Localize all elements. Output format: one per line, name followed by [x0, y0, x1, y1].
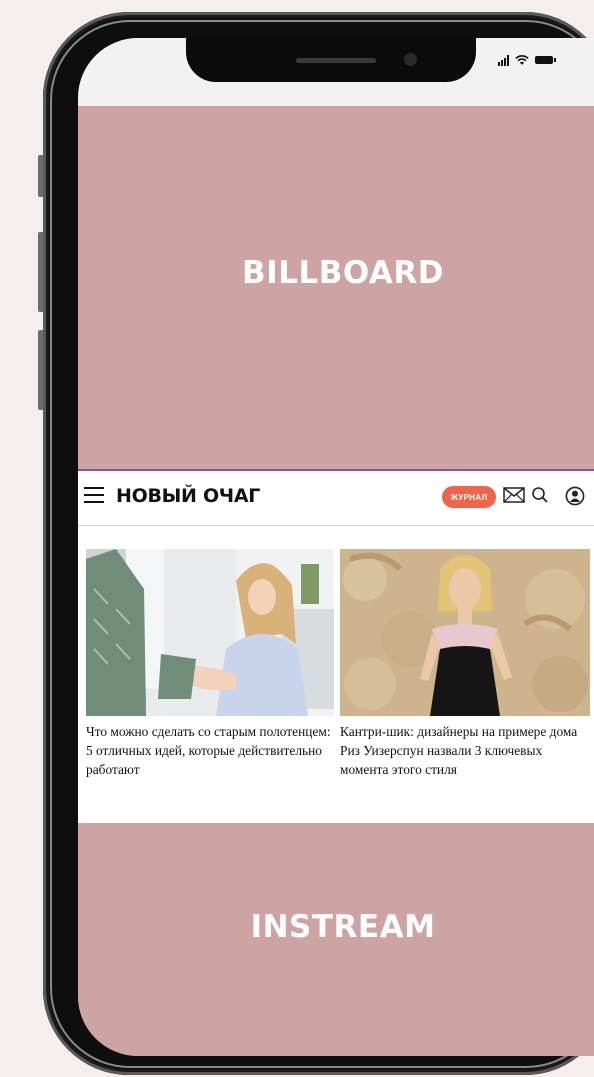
notch	[186, 38, 476, 82]
article-title[interactable]: Кантри-шик: дизайнеры на примере дома Ри…	[340, 722, 590, 779]
wifi-icon	[515, 55, 529, 65]
signal-bars-icon	[498, 54, 509, 66]
article-title[interactable]: Что можно сделать со старым полотенцем: …	[86, 722, 334, 779]
article-image-celebrity[interactable]	[340, 549, 590, 716]
battery-icon	[535, 56, 556, 64]
instream-ad[interactable]: INSTREAM	[78, 823, 594, 1056]
billboard-label: BILLBOARD	[242, 254, 444, 291]
menu-icon[interactable]	[84, 487, 104, 503]
site-header: НОВЫЙ ОЧАГ ЖУРНАЛ	[78, 471, 594, 526]
article-image-towel[interactable]	[86, 549, 334, 716]
user-icon[interactable]	[565, 486, 585, 506]
billboard-ad[interactable]: BILLBOARD	[78, 106, 594, 469]
speaker-grille	[296, 58, 376, 63]
article-card[interactable]: Кантри-шик: дизайнеры на примере дома Ри…	[340, 549, 590, 779]
instream-label: INSTREAM	[250, 908, 436, 945]
phone-screen: BILLBOARD НОВЫЙ ОЧАГ ЖУРНАЛ Что можно сд…	[78, 38, 594, 1056]
website-preview: НОВЫЙ ОЧАГ ЖУРНАЛ Что можно сделать со с…	[78, 469, 594, 825]
article-card[interactable]: Что можно сделать со старым полотенцем: …	[86, 549, 334, 779]
front-camera	[404, 53, 417, 66]
magazine-badge[interactable]: ЖУРНАЛ	[442, 486, 496, 508]
site-logo[interactable]: НОВЫЙ ОЧАГ	[116, 485, 260, 507]
search-icon[interactable]	[531, 486, 549, 504]
status-icons	[498, 52, 556, 68]
mail-icon[interactable]	[503, 486, 525, 504]
status-bar	[78, 38, 594, 106]
